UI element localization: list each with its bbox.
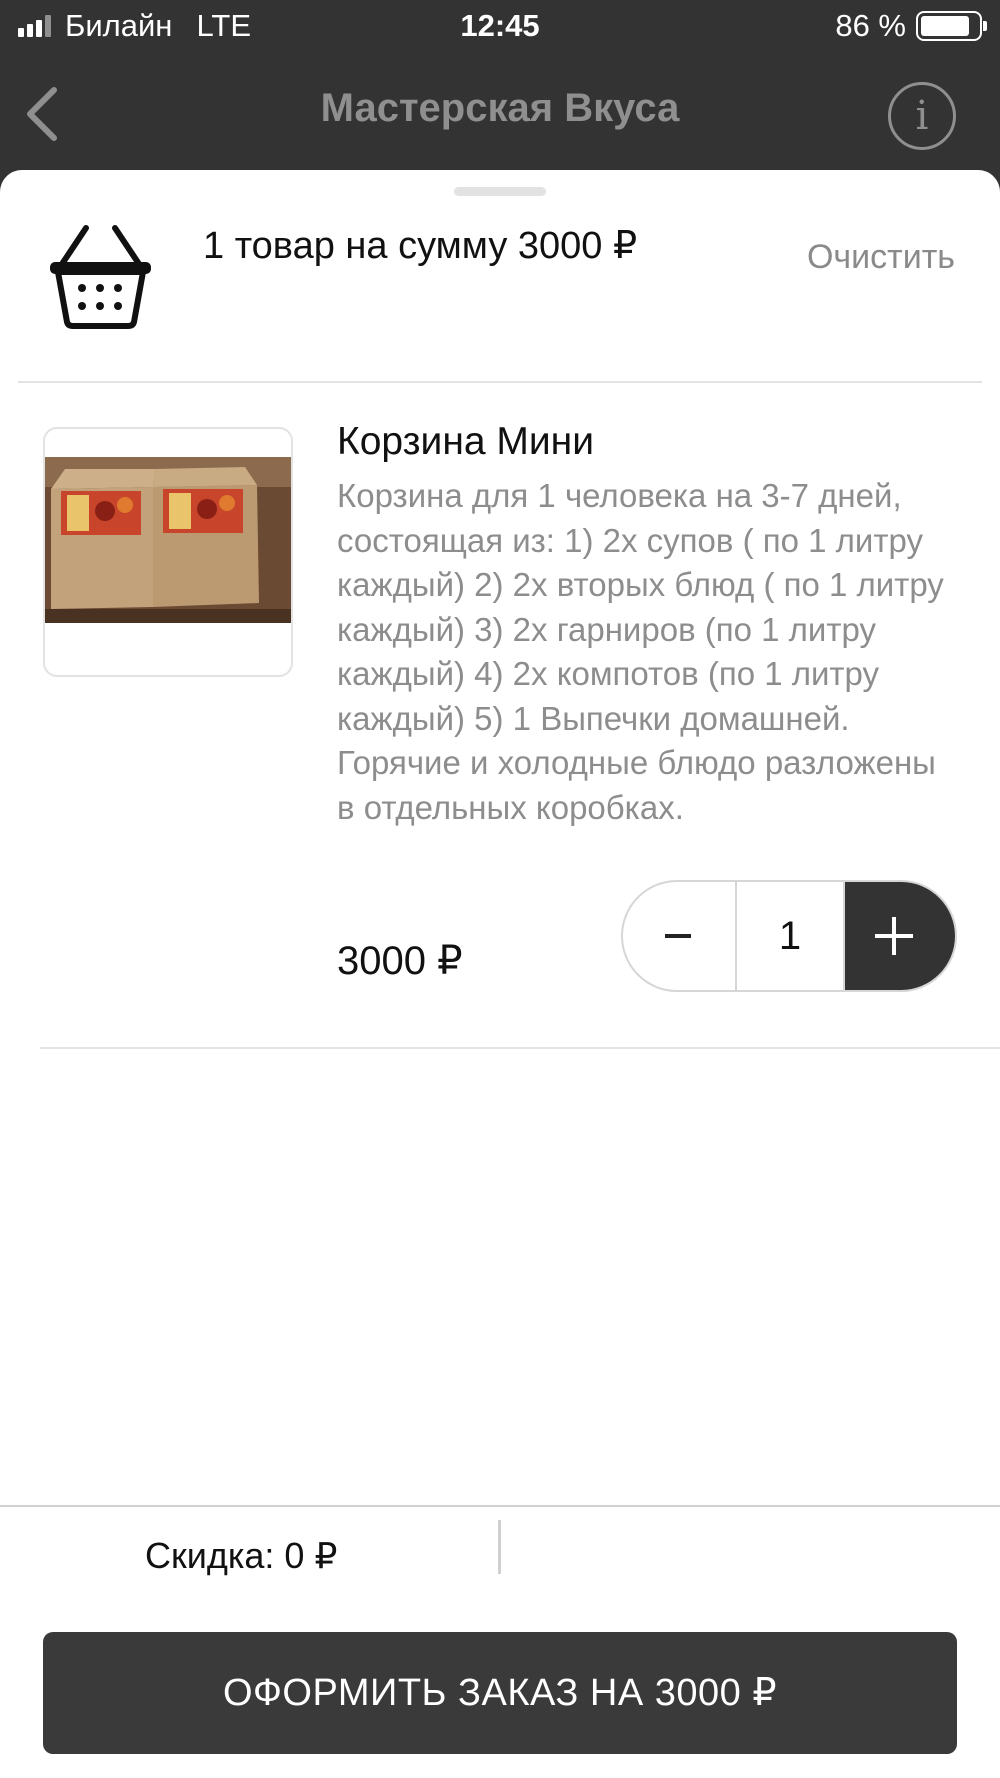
status-right: 86 % [835,8,987,44]
quantity-stepper: 1 [621,880,957,992]
battery-fill [921,16,970,36]
increase-quantity-button[interactable] [845,882,955,990]
basket-icon [50,225,151,329]
clear-cart-button[interactable]: Очистить [807,238,955,277]
checkout-button[interactable]: ОФОРМИТЬ ЗАКАЗ НА 3000 ₽ [43,1632,957,1754]
decrease-quantity-button[interactable] [623,882,735,990]
product-photo [45,429,291,623]
footer-separator [498,1520,501,1574]
cart-sheet: 1 товар на сумму 3000 ₽ Очистить Корзина… [0,170,1000,1778]
info-circle-icon: i [915,93,929,139]
cart-header: 1 товар на сумму 3000 ₽ Очистить [0,170,1000,382]
footer-divider [0,1505,1000,1507]
product-description: Корзина для 1 человека на 3-7 дней, сост… [337,477,944,826]
status-bar: Билайн LTE 12:45 86 % [0,0,1000,56]
divider [40,1047,1000,1049]
quantity-value: 1 [735,882,845,990]
cart-summary: 1 товар на сумму 3000 ₽ [203,225,638,267]
page-title: Мастерская Вкуса [320,86,680,130]
discount-label: Скидка: 0 ₽ [145,1535,338,1576]
product-image[interactable] [43,427,293,677]
cart-item: Корзина Мини Корзина для 1 человека на 3… [0,383,1000,1059]
product-price: 3000 ₽ [337,939,463,983]
info-button[interactable]: i [888,82,956,150]
battery-percent: 86 % [835,8,906,43]
nav-bar: Мастерская Вкуса i [0,56,1000,172]
product-title: Корзина Мини [337,420,594,463]
battery-icon [916,11,987,41]
